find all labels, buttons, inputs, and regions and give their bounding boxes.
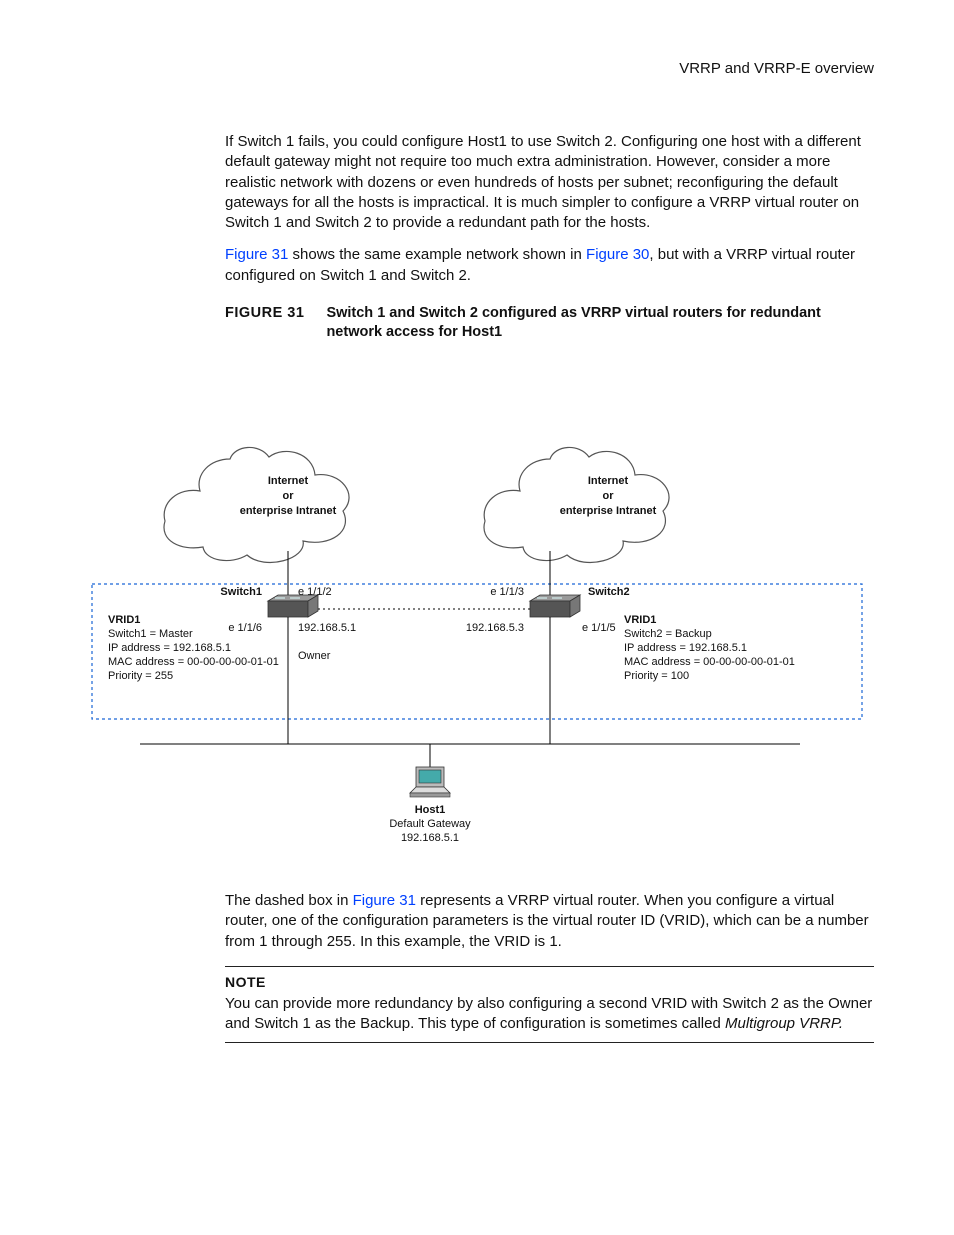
vrid-left-l4: Priority = 255 <box>108 670 173 682</box>
switch1-owner: Owner <box>298 650 331 662</box>
switch2-label: Switch2 <box>588 586 630 598</box>
host1-l2: 192.168.5.1 <box>401 832 459 844</box>
host1-l1: Default Gateway <box>389 818 471 830</box>
cloud-left-l1: Internet <box>268 475 309 487</box>
vrid-left-l3: MAC address = 00-00-00-00-01-01 <box>108 656 279 668</box>
figure-31-link-2[interactable]: Figure 31 <box>353 892 416 909</box>
vrid-right-l3: MAC address = 00-00-00-00-01-01 <box>624 656 795 668</box>
note-emphasis: Multigroup VRRP. <box>725 1015 843 1032</box>
page-header-right: VRRP and VRRP-E overview <box>80 60 874 77</box>
note-title: NOTE <box>225 973 874 992</box>
host1-icon <box>410 767 450 797</box>
cloud-left-l2: or <box>283 490 295 502</box>
after-paragraph: The dashed box in Figure 31 represents a… <box>225 891 874 952</box>
vrid-right-l1: Switch2 = Backup <box>624 628 712 640</box>
switch2-icon <box>530 595 580 617</box>
note-block: NOTE You can provide more redundancy by … <box>225 966 874 1043</box>
cloud-left-l3: enterprise Intranet <box>240 505 337 517</box>
figure-heading: FIGURE 31 Switch 1 and Switch 2 configur… <box>225 304 874 343</box>
main-content: If Switch 1 fails, you could configure H… <box>225 132 874 1043</box>
switch2-port-top: e 1/1/3 <box>490 586 524 598</box>
switch1-port-side: e 1/1/6 <box>228 622 262 634</box>
network-diagram: Internet or enterprise Intranet Internet… <box>80 369 874 865</box>
cloud-right-l2: or <box>603 490 615 502</box>
figure-30-link[interactable]: Figure 30 <box>586 246 649 263</box>
figure-31-link[interactable]: Figure 31 <box>225 246 288 263</box>
cloud-right-l3: enterprise Intranet <box>560 505 657 517</box>
vrid-right-l2: IP address = 192.168.5.1 <box>624 642 747 654</box>
intro-paragraph-2: Figure 31 shows the same example network… <box>225 245 874 286</box>
switch1-ip: 192.168.5.1 <box>298 622 356 634</box>
switch2-port-side: e 1/1/5 <box>582 622 616 634</box>
figure-caption: Switch 1 and Switch 2 configured as VRRP… <box>326 304 874 343</box>
host1-name: Host1 <box>415 804 446 816</box>
vrid-left-l1: Switch1 = Master <box>108 628 193 640</box>
vrid-right-l4: Priority = 100 <box>624 670 689 682</box>
figure-label: FIGURE 31 <box>225 304 304 343</box>
cloud-right-l1: Internet <box>588 475 629 487</box>
intro-paragraph-1: If Switch 1 fails, you could configure H… <box>225 132 874 233</box>
vrid-right-title: VRID1 <box>624 614 656 626</box>
switch1-label: Switch1 <box>220 586 262 598</box>
switch1-port-top: e 1/1/2 <box>298 586 332 598</box>
vrid-left-l2: IP address = 192.168.5.1 <box>108 642 231 654</box>
header-title: VRRP and VRRP-E overview <box>679 60 874 77</box>
vrid-left-title: VRID1 <box>108 614 140 626</box>
switch2-ip: 192.168.5.3 <box>466 622 524 634</box>
switch1-icon <box>268 595 318 617</box>
note-body: You can provide more redundancy by also … <box>225 994 874 1035</box>
